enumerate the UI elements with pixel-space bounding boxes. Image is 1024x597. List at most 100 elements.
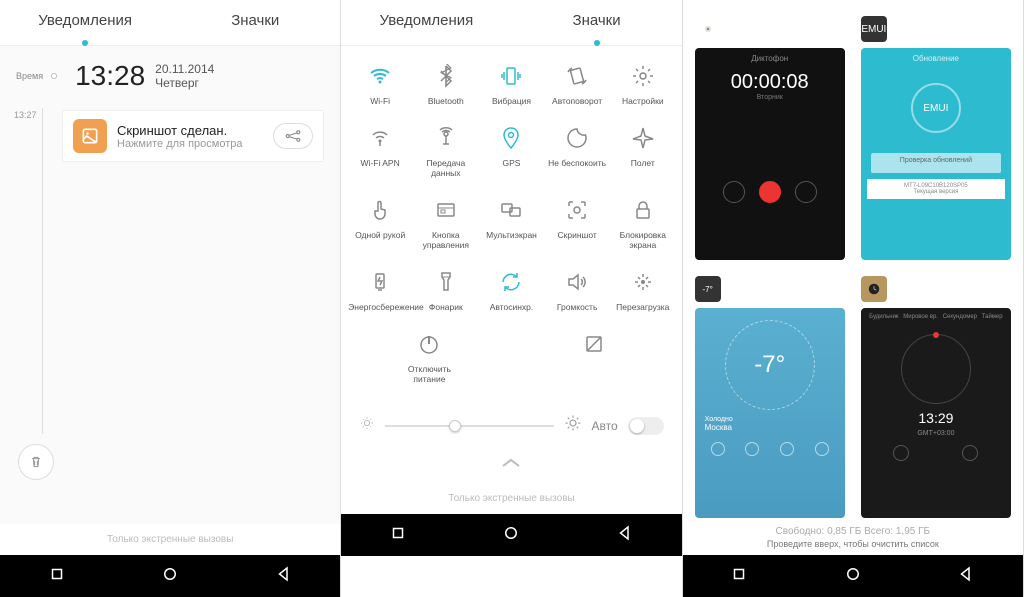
recent-app-dictaphone[interactable]: Диктофон Диктофон 00:00:08 Вторник xyxy=(695,16,845,260)
recent-app-weather[interactable]: -7° Погода -7° Холодно Москва xyxy=(695,276,845,518)
brightness-high-icon xyxy=(564,414,582,437)
nav-home[interactable] xyxy=(161,565,179,588)
notif-title: Скриншот сделан. xyxy=(117,123,273,138)
nav-recent[interactable] xyxy=(389,524,407,547)
clock-label: Часы xyxy=(895,282,924,296)
weather-icon: -7° xyxy=(695,276,721,302)
clock-display: 13:28 xyxy=(75,60,145,92)
nav-recent[interactable] xyxy=(48,565,66,588)
clear-hint: Проведите вверх, чтобы очистить список xyxy=(695,539,1011,549)
nav-back[interactable] xyxy=(275,565,293,588)
lock-icon xyxy=(629,196,657,224)
share-button[interactable] xyxy=(273,123,313,149)
sync-icon xyxy=(497,268,525,296)
qs-dnd[interactable]: Не беспокоить xyxy=(545,124,609,178)
qs-onehand[interactable]: Одной рукой xyxy=(348,196,412,250)
memory-status: Свободно: 0,85 ГБ Всего: 1,95 ГБ xyxy=(695,526,1011,537)
qs-torch[interactable]: Фонарик xyxy=(414,268,478,312)
settings-btn xyxy=(962,445,978,461)
timeline-dot xyxy=(51,73,57,79)
record-btn xyxy=(759,181,781,203)
dictaphone-label: Диктофон xyxy=(729,22,784,36)
qs-lock[interactable]: Блокировка экрана xyxy=(611,196,675,250)
wifiapn-icon xyxy=(366,124,394,152)
vol-icon xyxy=(563,268,591,296)
brightness-low-icon xyxy=(359,415,375,436)
qs-btn[interactable]: Кнопка управления xyxy=(414,196,478,250)
emergency-label: Только экстренные вызовы xyxy=(341,483,681,514)
notif-subtitle: Нажмите для просмотра xyxy=(117,138,273,150)
notif-time: 13:27 xyxy=(14,110,37,120)
notification-card[interactable]: Скриншот сделан. Нажмите для просмотра xyxy=(62,110,324,162)
dictaphone-icon xyxy=(695,16,721,42)
qs-wifi[interactable]: Wi-Fi xyxy=(348,62,412,106)
qs-rotate[interactable]: Автоповорот xyxy=(545,62,609,106)
shot-icon xyxy=(563,196,591,224)
nav-back[interactable] xyxy=(616,524,634,547)
btn-icon xyxy=(432,196,460,224)
weather-label: Погода xyxy=(729,282,769,296)
nav-back[interactable] xyxy=(957,565,975,588)
qs-gps[interactable]: GPS xyxy=(479,124,543,178)
qs-data[interactable]: Передача данных xyxy=(414,124,478,178)
qs-off[interactable]: Отключить питание xyxy=(397,330,461,384)
multi-icon xyxy=(497,196,525,224)
weekday-display: Четверг xyxy=(155,76,214,90)
screen-quicksettings: Уведомления Значки Wi-FiBluetoothВибраци… xyxy=(341,0,682,597)
torch-icon xyxy=(432,268,460,296)
qs-vibrate[interactable]: Вибрация xyxy=(479,62,543,106)
bt-icon xyxy=(432,62,460,90)
brightness-slider[interactable] xyxy=(385,425,553,427)
nav-recent[interactable] xyxy=(730,565,748,588)
recent-app-clock[interactable]: Часы Будильник Мировое вр. Секундомер Та… xyxy=(861,276,1011,518)
nav-bar xyxy=(0,555,340,597)
tab-icons[interactable]: Значки xyxy=(512,0,682,45)
screen-notifications: Уведомления Значки Время 13:28 20.11.201… xyxy=(0,0,341,597)
dnd-icon xyxy=(563,124,591,152)
clear-all-button[interactable] xyxy=(18,444,54,480)
nav-home[interactable] xyxy=(844,565,862,588)
update-label: Обновление xyxy=(895,22,964,36)
edit-icon xyxy=(580,330,608,358)
qs-settings[interactable]: Настройки xyxy=(611,62,675,106)
tab-icons[interactable]: Значки xyxy=(170,0,340,45)
emergency-label: Только экстренные вызовы xyxy=(0,524,340,555)
collapse-panel-button[interactable] xyxy=(341,445,681,483)
qs-sync[interactable]: Автосинхр. xyxy=(479,268,543,312)
qs-reboot[interactable]: Перезагрузка xyxy=(611,268,675,312)
onehand-icon xyxy=(366,196,394,224)
time-header-label: Время xyxy=(16,71,43,81)
quick-settings-grid: Wi-FiBluetoothВибрацияАвтоповоротНастрой… xyxy=(341,46,681,406)
qs-flight[interactable]: Полет xyxy=(611,124,675,178)
date-display: 20.11.2014 xyxy=(155,62,214,76)
gps-icon xyxy=(497,124,525,152)
update-icon: EMUI xyxy=(861,16,887,42)
qs-bt[interactable]: Bluetooth xyxy=(414,62,478,106)
auto-brightness-label: Авто xyxy=(592,419,618,433)
add-btn xyxy=(893,445,909,461)
tabs: Уведомления Значки xyxy=(0,0,340,46)
qs-vol[interactable]: Громкость xyxy=(545,268,609,312)
tab-notifications[interactable]: Уведомления xyxy=(0,0,170,45)
notification-panel: Время 13:28 20.11.2014 Четверг 13:27 Скр… xyxy=(0,46,340,524)
qs-edit[interactable] xyxy=(562,330,626,384)
nav-home[interactable] xyxy=(502,524,520,547)
wifi-icon xyxy=(366,62,394,90)
off-icon xyxy=(415,330,443,358)
data-icon xyxy=(432,124,460,152)
tab-notifications[interactable]: Уведомления xyxy=(341,0,511,45)
qs-wifiapn[interactable]: Wi-Fi APN xyxy=(348,124,412,178)
vibrate-icon xyxy=(497,62,525,90)
auto-brightness-toggle[interactable] xyxy=(628,417,664,435)
clock-icon xyxy=(861,276,887,302)
screenshot-icon xyxy=(73,119,107,153)
flight-icon xyxy=(629,124,657,152)
reboot-icon xyxy=(629,268,657,296)
recent-app-update[interactable]: EMUI Обновление Обновление EMUI Проверка… xyxy=(861,16,1011,260)
screen-recents: Диктофон Диктофон 00:00:08 Вторник EMUI xyxy=(683,0,1024,597)
qs-power[interactable]: Энергосбережение xyxy=(348,268,412,312)
brightness-control: Авто xyxy=(341,406,681,445)
qs-multi[interactable]: Мультиэкран xyxy=(479,196,543,250)
qs-shot[interactable]: Скриншот xyxy=(545,196,609,250)
back-btn xyxy=(723,181,745,203)
